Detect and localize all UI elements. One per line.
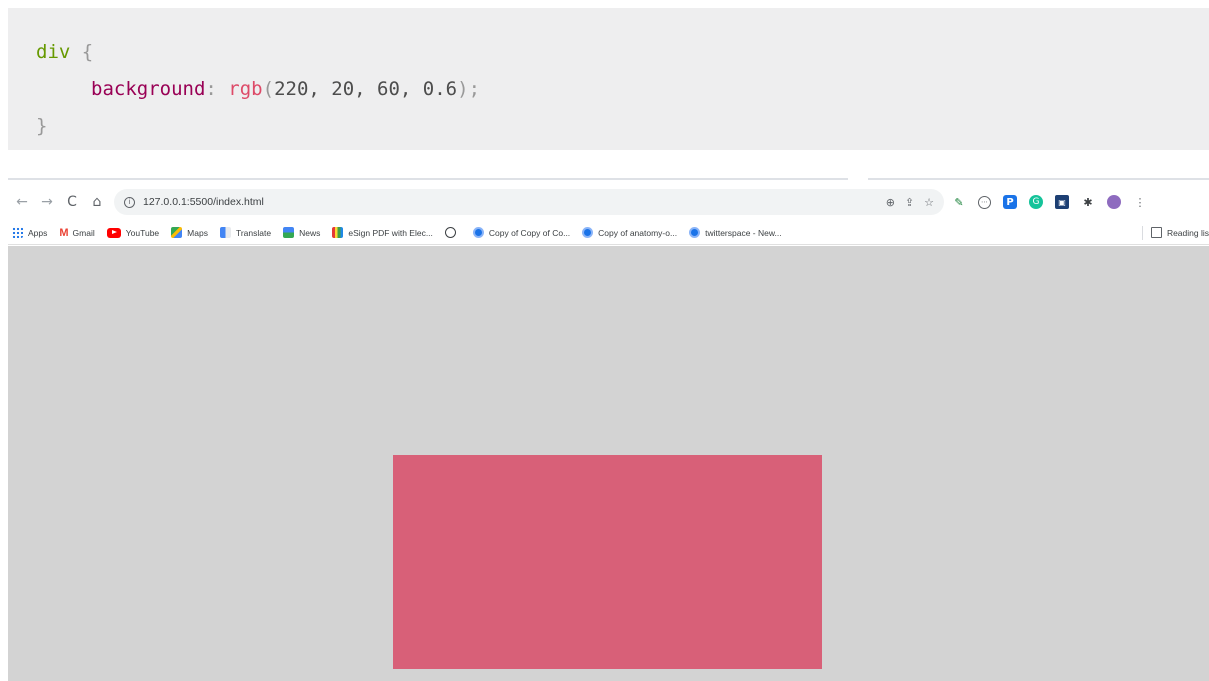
home-icon[interactable]: ⌂	[86, 191, 108, 213]
url-text[interactable]: 127.0.0.1:5500/index.html	[143, 196, 264, 208]
bookmarks-bar: Apps M Gmail YouTube Maps Translate News…	[8, 221, 1209, 245]
esign-icon	[332, 227, 344, 238]
page-viewport	[8, 246, 1209, 681]
bookmark-label: Maps	[187, 227, 208, 238]
bookmark-label: Translate	[235, 227, 272, 238]
p-extension-icon[interactable]: P	[1003, 195, 1017, 209]
browser-toolbar: ← → C ⌂ i 127.0.0.1:5500/index.html ⊕ ⇪ …	[8, 185, 1209, 219]
bookmark-copy-of-copy[interactable]: Copy of Copy of Co...	[472, 227, 571, 238]
tab-strip	[8, 178, 1209, 184]
site-info-icon[interactable]: i	[124, 196, 135, 208]
bookmark-apps[interactable]: Apps	[12, 227, 47, 238]
globe-icon	[444, 227, 456, 238]
rgba-demo-div	[393, 455, 822, 669]
browser-window: ← → C ⌂ i 127.0.0.1:5500/index.html ⊕ ⇪ …	[8, 178, 1209, 681]
bookmark-maps[interactable]: Maps	[171, 227, 208, 238]
bookmark-label: News	[299, 227, 321, 238]
reading-list-label: Reading lis	[1166, 227, 1209, 238]
bookmark-gmail[interactable]: M Gmail	[59, 227, 94, 239]
puzzle-extensions-icon[interactable]: ✱	[1081, 195, 1095, 209]
chrome-icon	[472, 227, 484, 238]
translate-icon	[219, 227, 231, 238]
open-brace: {	[81, 41, 94, 63]
address-bar[interactable]: i 127.0.0.1:5500/index.html ⊕ ⇪ ☆	[114, 189, 944, 215]
forward-icon[interactable]: →	[36, 191, 58, 213]
close-paren: )	[457, 78, 469, 100]
omnibox-actions: ⊕ ⇪ ☆	[886, 196, 944, 209]
grammarly-extension-icon[interactable]: G	[1029, 195, 1043, 209]
bookmark-copy-of-anatomy[interactable]: Copy of anatomy-o...	[582, 227, 677, 238]
reading-list-icon	[1150, 227, 1162, 238]
bookmark-label: YouTube	[125, 227, 160, 238]
code-line-2: background: rgb(220, 20, 60, 0.6);	[36, 76, 1209, 113]
chrome-icon	[689, 227, 701, 238]
youtube-icon	[106, 227, 121, 238]
gmail-icon: M	[59, 226, 69, 239]
close-brace: }	[36, 115, 48, 137]
bookmark-label: Copy of anatomy-o...	[598, 227, 678, 238]
css-function: rgb	[228, 78, 263, 100]
bookmark-twitterspace[interactable]: twitterspace - New...	[689, 227, 782, 238]
square-extension-icon[interactable]: ▣	[1055, 195, 1069, 209]
bookmark-globe[interactable]	[444, 227, 461, 238]
colon: :	[205, 78, 217, 100]
css-property: background	[91, 78, 206, 100]
bookmark-youtube[interactable]: YouTube	[106, 227, 160, 238]
bookmark-label: Apps	[28, 227, 48, 238]
eyedropper-extension-icon[interactable]: ✎	[952, 195, 966, 209]
news-icon	[283, 227, 295, 238]
bookmark-label: Gmail	[72, 227, 95, 238]
share-icon[interactable]: ⇪	[905, 196, 914, 209]
bookmark-label: twitterspace - New...	[705, 227, 782, 238]
profile-avatar-icon[interactable]	[1107, 195, 1121, 209]
browser-menu-icon[interactable]: ⋮	[1133, 195, 1147, 209]
css-selector: div	[36, 41, 71, 63]
open-paren: (	[262, 78, 275, 100]
code-line-1: div {	[36, 39, 1209, 76]
chrome-icon	[582, 227, 594, 238]
function-args: 220, 20, 60, 0.6	[274, 78, 458, 100]
reload-icon[interactable]: C	[61, 191, 83, 213]
zoom-icon[interactable]: ⊕	[886, 196, 895, 209]
semicolon: ;	[468, 78, 481, 100]
bookmark-translate[interactable]: Translate	[219, 227, 272, 238]
bookmark-label: eSign PDF with Elec...	[348, 227, 433, 238]
reading-list-button[interactable]: Reading lis	[1150, 227, 1209, 238]
bookmark-news[interactable]: News	[283, 227, 320, 238]
more-circle-extension-icon[interactable]: ⋯	[978, 195, 991, 209]
apps-grid-icon	[12, 227, 23, 238]
tab-gap	[848, 178, 868, 182]
bookmark-esign[interactable]: eSign PDF with Elec...	[332, 227, 433, 238]
code-block: div { background: rgb(220, 20, 60, 0.6);…	[8, 8, 1209, 150]
bookmark-label: Copy of Copy of Co...	[488, 227, 571, 238]
extensions-bar: ✎ ⋯ P G ▣ ✱ ⋮	[952, 195, 1147, 209]
back-icon[interactable]: ←	[11, 191, 33, 213]
code-line-3: }	[36, 113, 1209, 150]
bookmark-star-icon[interactable]: ☆	[924, 196, 934, 209]
bookmarks-divider	[1141, 225, 1143, 240]
maps-icon	[171, 227, 183, 238]
